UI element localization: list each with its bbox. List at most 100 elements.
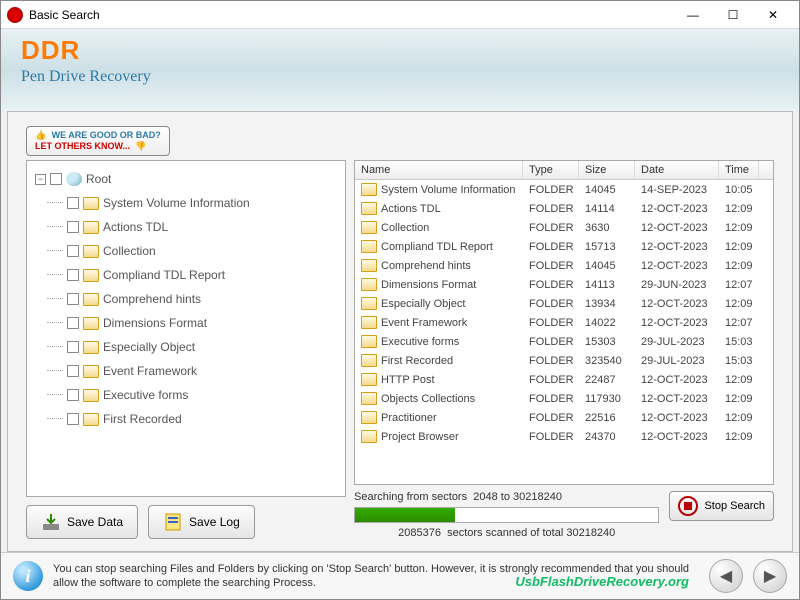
- checkbox[interactable]: [67, 341, 79, 353]
- tree-item[interactable]: System Volume Information: [31, 191, 341, 215]
- progress-label: Searching from sectors 2048 to 30218240: [354, 491, 659, 503]
- folder-icon: [361, 259, 377, 272]
- folder-icon: [361, 202, 377, 215]
- table-row[interactable]: Event FrameworkFOLDER1402212-OCT-202312:…: [355, 313, 773, 332]
- checkbox[interactable]: [67, 293, 79, 305]
- table-row[interactable]: First RecordedFOLDER32354029-JUL-202315:…: [355, 351, 773, 370]
- checkbox[interactable]: [67, 389, 79, 401]
- tree-item[interactable]: Compliand TDL Report: [31, 263, 341, 287]
- thumb-down-icon: 👎: [135, 141, 146, 151]
- maximize-button[interactable]: ☐: [713, 4, 753, 26]
- tree-root-label: Root: [86, 172, 111, 186]
- table-row[interactable]: Dimensions FormatFOLDER1411329-JUN-20231…: [355, 275, 773, 294]
- collapse-icon[interactable]: −: [35, 174, 46, 185]
- table-row[interactable]: Compliand TDL ReportFOLDER1571312-OCT-20…: [355, 237, 773, 256]
- checkbox[interactable]: [67, 245, 79, 257]
- tree-item[interactable]: Collection: [31, 239, 341, 263]
- col-type[interactable]: Type: [523, 161, 579, 179]
- folder-icon: [361, 221, 377, 234]
- folder-icon: [361, 278, 377, 291]
- minimize-button[interactable]: —: [673, 4, 713, 26]
- folder-icon: [361, 411, 377, 424]
- tree-item-label: Comprehend hints: [103, 292, 201, 306]
- brand-logo: DDR: [21, 35, 779, 66]
- checkbox[interactable]: [50, 173, 62, 185]
- progress-bar: [354, 507, 659, 523]
- folder-icon: [83, 245, 99, 258]
- tree-item[interactable]: Executive forms: [31, 383, 341, 407]
- folder-icon: [83, 269, 99, 282]
- folder-icon: [361, 373, 377, 386]
- disk-icon: [66, 172, 82, 186]
- col-date[interactable]: Date: [635, 161, 719, 179]
- tree-item-label: Compliand TDL Report: [103, 268, 225, 282]
- prev-button[interactable]: ◀: [709, 559, 743, 593]
- folder-icon: [361, 430, 377, 443]
- brand-subtitle: Pen Drive Recovery: [21, 68, 779, 86]
- table-row[interactable]: Especially ObjectFOLDER1393412-OCT-20231…: [355, 294, 773, 313]
- table-row[interactable]: Actions TDLFOLDER1411412-OCT-202312:09: [355, 199, 773, 218]
- tree-item[interactable]: Actions TDL: [31, 215, 341, 239]
- close-button[interactable]: ✕: [753, 4, 793, 26]
- file-grid-panel: NameTypeSizeDateTimeSystem Volume Inform…: [354, 160, 774, 485]
- site-label: UsbFlashDriveRecovery.org: [515, 574, 689, 589]
- folder-icon: [83, 365, 99, 378]
- table-row[interactable]: CollectionFOLDER363012-OCT-202312:09: [355, 218, 773, 237]
- table-row[interactable]: HTTP PostFOLDER2248712-OCT-202312:09: [355, 370, 773, 389]
- save-log-button[interactable]: Save Log: [148, 505, 255, 539]
- checkbox[interactable]: [67, 365, 79, 377]
- checkbox[interactable]: [67, 269, 79, 281]
- folder-icon: [361, 183, 377, 196]
- col-time[interactable]: Time: [719, 161, 759, 179]
- tree-item[interactable]: First Recorded: [31, 407, 341, 431]
- folder-icon: [83, 317, 99, 330]
- save-log-icon: [163, 512, 183, 532]
- folder-icon: [361, 316, 377, 329]
- tree-item[interactable]: Comprehend hints: [31, 287, 341, 311]
- table-row[interactable]: Objects CollectionsFOLDER11793012-OCT-20…: [355, 389, 773, 408]
- folder-icon: [361, 240, 377, 253]
- action-buttons: Save Data Save Log: [26, 497, 346, 539]
- table-row[interactable]: System Volume InformationFOLDER1404514-S…: [355, 180, 773, 199]
- main-area: − Root System Volume Information Actions TD…: [14, 160, 786, 545]
- tree-item-label: Dimensions Format: [103, 316, 207, 330]
- folder-icon: [361, 335, 377, 348]
- window-title: Basic Search: [29, 8, 673, 22]
- tree-item-label: Event Framework: [103, 364, 197, 378]
- tree-item-label: First Recorded: [103, 412, 182, 426]
- folder-icon: [83, 413, 99, 426]
- tree-item[interactable]: Event Framework: [31, 359, 341, 383]
- col-name[interactable]: Name: [355, 161, 523, 179]
- tree-item-label: Executive forms: [103, 388, 188, 402]
- checkbox[interactable]: [67, 221, 79, 233]
- save-data-icon: [41, 512, 61, 532]
- titlebar: Basic Search — ☐ ✕: [1, 1, 799, 29]
- app-window: Basic Search — ☐ ✕ DDR Pen Drive Recover…: [0, 0, 800, 600]
- checkbox[interactable]: [67, 197, 79, 209]
- table-row[interactable]: PractitionerFOLDER2251612-OCT-202312:09: [355, 408, 773, 427]
- checkbox[interactable]: [67, 317, 79, 329]
- folder-icon: [361, 354, 377, 367]
- checkbox[interactable]: [67, 413, 79, 425]
- progress-fill: [355, 508, 455, 522]
- tree-item-label: Actions TDL: [103, 220, 168, 234]
- table-row[interactable]: Comprehend hintsFOLDER1404512-OCT-202312…: [355, 256, 773, 275]
- tree-item[interactable]: Especially Object: [31, 335, 341, 359]
- folder-icon: [83, 221, 99, 234]
- tree-item[interactable]: Dimensions Format: [31, 311, 341, 335]
- feedback-button[interactable]: 👍 WE ARE GOOD OR BAD? LET OTHERS KNOW...…: [26, 126, 170, 156]
- col-size[interactable]: Size: [579, 161, 635, 179]
- folder-tree[interactable]: − Root System Volume Information Actions TD…: [27, 161, 345, 496]
- folder-icon: [83, 197, 99, 210]
- next-button[interactable]: ▶: [753, 559, 787, 593]
- stop-search-button[interactable]: Stop Search: [669, 491, 774, 521]
- footer: i You can stop searching Files and Folde…: [1, 552, 799, 599]
- table-row[interactable]: Executive formsFOLDER1530329-JUL-202315:…: [355, 332, 773, 351]
- file-grid[interactable]: NameTypeSizeDateTimeSystem Volume Inform…: [355, 161, 773, 484]
- table-row[interactable]: Project BrowserFOLDER2437012-OCT-202312:…: [355, 427, 773, 446]
- progress-area: Searching from sectors 2048 to 30218240 …: [354, 491, 774, 539]
- left-column: − Root System Volume Information Actions TD…: [26, 160, 346, 539]
- folder-icon: [83, 389, 99, 402]
- save-data-button[interactable]: Save Data: [26, 505, 138, 539]
- thumb-up-icon: 👍: [35, 130, 46, 140]
